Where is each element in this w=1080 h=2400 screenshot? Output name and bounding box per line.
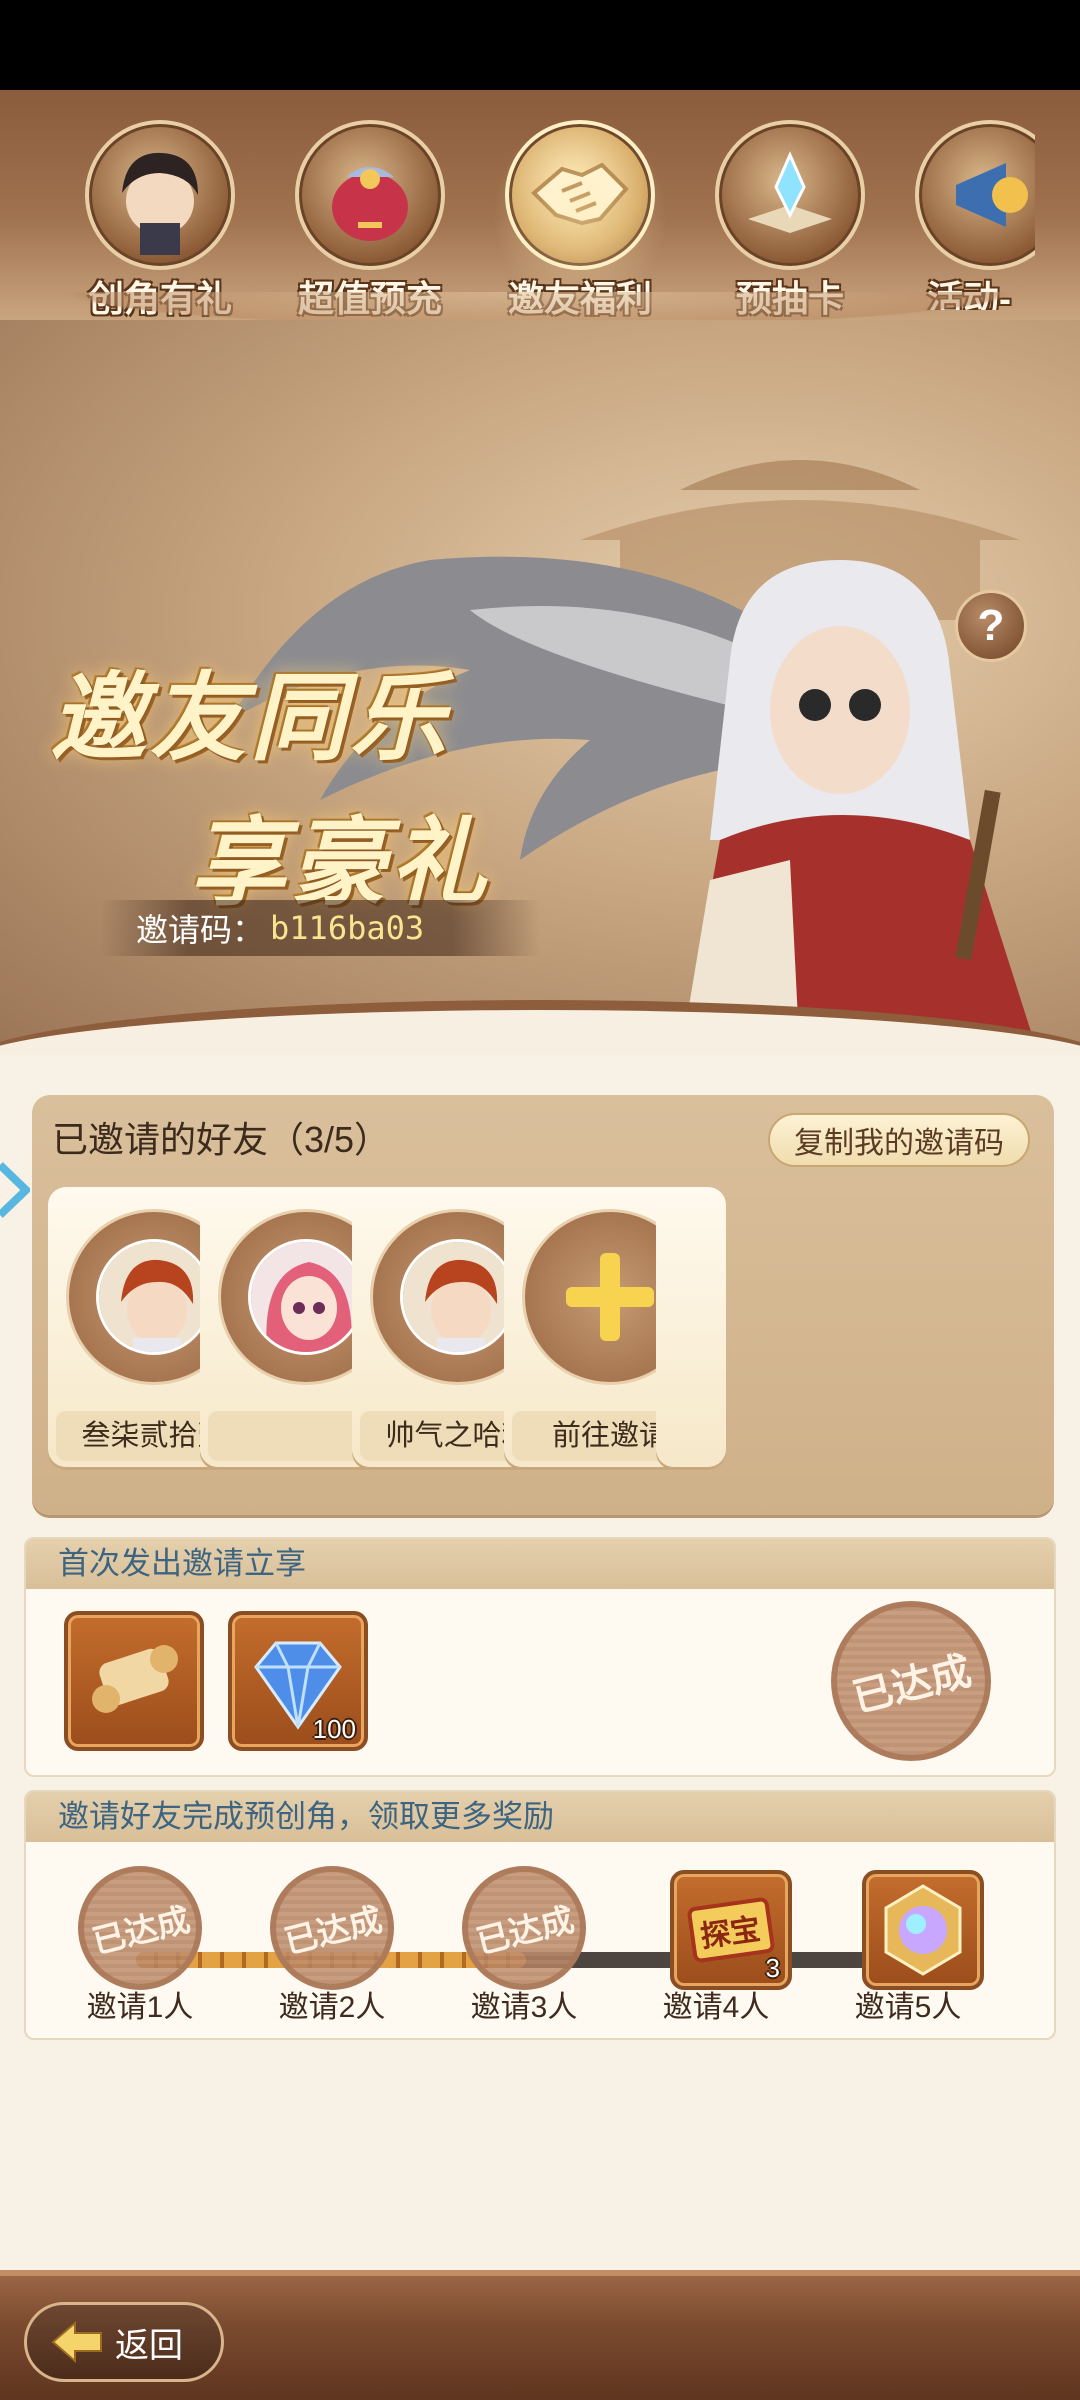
tab-activity[interactable]: 活动- <box>915 120 1035 310</box>
help-button[interactable]: ? <box>955 590 1027 662</box>
first-invite-heading: 首次发出邀请立享 <box>26 1539 1054 1589</box>
reward-item[interactable] <box>64 1611 204 1751</box>
achieved-stamp: 已达成 <box>462 1866 586 1990</box>
status-bar <box>0 0 1080 90</box>
red-hair-boy-avatar <box>96 1239 212 1355</box>
megaphone-icon <box>915 120 1035 270</box>
achieved-stamp: 已达成 <box>831 1601 991 1761</box>
invited-friends-panel: 已邀请的好友（3/5） 复制我的邀请码 叁柒贰拾壹 帅气之哈利 前往邀请 <box>32 1095 1054 1515</box>
back-button[interactable]: 返回 <box>24 2302 224 2382</box>
treasure-ticket-text: 探宝 <box>698 1912 763 1954</box>
banner-title-line1: 邀友同乐 <box>50 661 450 774</box>
side-arrow-icon <box>0 1162 30 1218</box>
tab-label: 创角有礼 <box>87 278 232 319</box>
tab-invite-benefits[interactable]: 邀友福利 <box>485 110 675 320</box>
stage-reward-item[interactable]: 探宝 3 <box>670 1870 792 1990</box>
invited-friends-title: 已邀请的好友（3/5） <box>52 1119 391 1160</box>
plus-icon <box>566 1253 654 1341</box>
gift-bag-icon <box>295 120 445 270</box>
back-arrow-icon <box>51 2320 102 2364</box>
tab-label: 预抽卡 <box>735 278 844 319</box>
item-count: 100 <box>312 1714 356 1744</box>
invite-code-label: 邀请码： <box>136 912 265 948</box>
tab-label: 邀友福利 <box>507 278 652 319</box>
rainbow-gem-icon <box>884 1884 962 1976</box>
stage-label: 邀请1人 <box>86 1991 194 2024</box>
reward-item[interactable]: 100 <box>228 1611 368 1751</box>
invite-stages-heading: 邀请好友完成预创角，领取更多奖励 <box>26 1792 1054 1842</box>
handshake-icon <box>505 120 655 270</box>
stage-reward-item[interactable] <box>862 1870 984 1990</box>
stage-label: 邀请4人 <box>662 1991 770 2024</box>
pink-hair-girl-avatar <box>248 1239 364 1355</box>
tab-label: 超值预充 <box>297 278 442 319</box>
banner-title: 邀友同乐 享豪礼 <box>50 640 530 924</box>
stage-label: 邀请5人 <box>854 1991 962 2024</box>
tab-label: 活动- <box>927 278 1011 310</box>
copy-invite-code-button[interactable]: 复制我的邀请码 <box>768 1113 1030 1167</box>
stage-label: 邀请3人 <box>470 1991 578 2024</box>
bottom-bar: 返回 <box>0 2270 1080 2400</box>
invite-code-value: b116ba03 <box>270 909 425 947</box>
friend-slot-list: 叁柒贰拾壹 帅气之哈利 前往邀请 <box>48 1187 1038 1487</box>
scroll-icon <box>92 1645 178 1713</box>
friend-slot-partial <box>656 1187 726 1467</box>
red-hair-boy-avatar <box>400 1239 516 1355</box>
top-tab-bar: 创角有礼 超值预充 邀友福利 预抽卡 活动- <box>0 90 1080 332</box>
stage-label: 邀请2人 <box>278 1991 386 2024</box>
character-portrait-icon <box>85 120 235 270</box>
achieved-stamp: 已达成 <box>270 1866 394 1990</box>
tab-value-precharge[interactable]: 超值预充 <box>285 120 455 319</box>
invite-banner: 邀友同乐 享豪礼 邀请码： b116ba03 ? <box>0 320 1080 1060</box>
crystal-book-icon <box>715 120 865 270</box>
invite-stages-panel: 邀请好友完成预创角，领取更多奖励 已达成 已达成 已达成 探宝 3 邀请1人 邀… <box>24 1790 1056 2040</box>
first-invite-reward-panel: 首次发出邀请立享 100 已达成 <box>24 1537 1056 1777</box>
back-label: 返回 <box>115 2326 183 2365</box>
invite-code-display: 邀请码： b116ba03 <box>100 900 540 956</box>
tab-create-character[interactable]: 创角有礼 <box>75 120 245 319</box>
main-content: 已邀请的好友（3/5） 复制我的邀请码 叁柒贰拾壹 帅气之哈利 前往邀请 首次发… <box>0 1055 1080 2270</box>
tab-pre-draw[interactable]: 预抽卡 <box>705 120 875 319</box>
item-count: 3 <box>765 1953 780 1983</box>
achieved-stamp: 已达成 <box>78 1866 202 1990</box>
